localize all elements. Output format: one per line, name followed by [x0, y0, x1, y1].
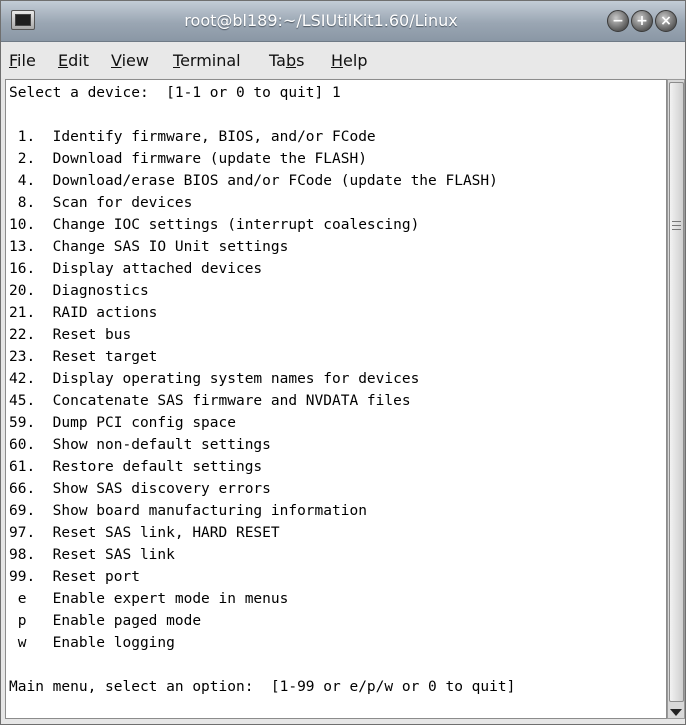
terminal-line: 99. Reset port: [9, 569, 140, 585]
terminal-line: 4. Download/erase BIOS and/or FCode (upd…: [9, 173, 498, 189]
scrollbar-thumb[interactable]: [669, 82, 684, 702]
terminal-line: Main menu, select an option: [1-99 or e/…: [9, 679, 516, 695]
terminal-line: 98. Reset SAS link: [9, 547, 175, 563]
terminal-line: 59. Dump PCI config space: [9, 415, 236, 431]
close-button[interactable]: ×: [655, 10, 677, 32]
terminal-line: 13. Change SAS IO Unit settings: [9, 239, 289, 255]
minimize-button[interactable]: −: [607, 10, 629, 32]
menu-view[interactable]: View: [111, 51, 149, 70]
window-title: root@bl189:~/LSIUtilKit1.60/Linux: [184, 11, 458, 30]
terminal-line: 1. Identify firmware, BIOS, and/or FCode: [9, 129, 376, 145]
menu-terminal[interactable]: Terminal: [173, 51, 241, 70]
terminal-line: 22. Reset bus: [9, 327, 132, 343]
menu-edit[interactable]: Edit: [58, 51, 89, 70]
terminal-line: w Enable logging: [9, 635, 175, 651]
terminal-text[interactable]: Select a device: [1-1 or 0 to quit] 1 1.…: [6, 80, 666, 698]
maximize-button[interactable]: +: [631, 10, 653, 32]
menu-bar: File Edit View Terminal Tabs Help: [1, 42, 685, 78]
terminal-output[interactable]: Select a device: [1-1 or 0 to quit] 1 1.…: [5, 79, 667, 719]
menu-tabs[interactable]: Tabs: [269, 51, 304, 70]
terminal-line: 21. RAID actions: [9, 305, 158, 321]
terminal-line: 20. Diagnostics: [9, 283, 149, 299]
terminal-line: 16. Display attached devices: [9, 261, 263, 277]
terminal-line: 97. Reset SAS link, HARD RESET: [9, 525, 280, 541]
terminal-line: e Enable expert mode in menus: [9, 591, 289, 607]
scroll-down-arrow-icon[interactable]: [670, 709, 682, 716]
vertical-scrollbar[interactable]: [667, 79, 685, 719]
terminal-line: 45. Concatenate SAS firmware and NVDATA …: [9, 393, 411, 409]
terminal-line: 69. Show board manufacturing information: [9, 503, 367, 519]
terminal-window: root@bl189:~/LSIUtilKit1.60/Linux − + × …: [0, 0, 686, 725]
terminal-line: 60. Show non-default settings: [9, 437, 271, 453]
terminal-area: Select a device: [1-1 or 0 to quit] 1 1.…: [1, 79, 685, 724]
terminal-line: 61. Restore default settings: [9, 459, 263, 475]
menu-help[interactable]: Help: [331, 51, 367, 70]
terminal-line: 23. Reset target: [9, 349, 158, 365]
terminal-line: 2. Download firmware (update the FLASH): [9, 151, 367, 167]
terminal-line: 8. Scan for devices: [9, 195, 193, 211]
terminal-line: 66. Show SAS discovery errors: [9, 481, 271, 497]
terminal-line: 42. Display operating system names for d…: [9, 371, 420, 387]
terminal-icon[interactable]: [11, 10, 35, 30]
title-bar[interactable]: root@bl189:~/LSIUtilKit1.60/Linux − + ×: [1, 1, 685, 42]
terminal-line: Select a device: [1-1 or 0 to quit] 1: [9, 85, 341, 101]
terminal-line: p Enable paged mode: [9, 613, 202, 629]
terminal-line: 10. Change IOC settings (interrupt coale…: [9, 217, 420, 233]
menu-file[interactable]: File: [9, 51, 36, 70]
grip-icon: [672, 221, 681, 233]
